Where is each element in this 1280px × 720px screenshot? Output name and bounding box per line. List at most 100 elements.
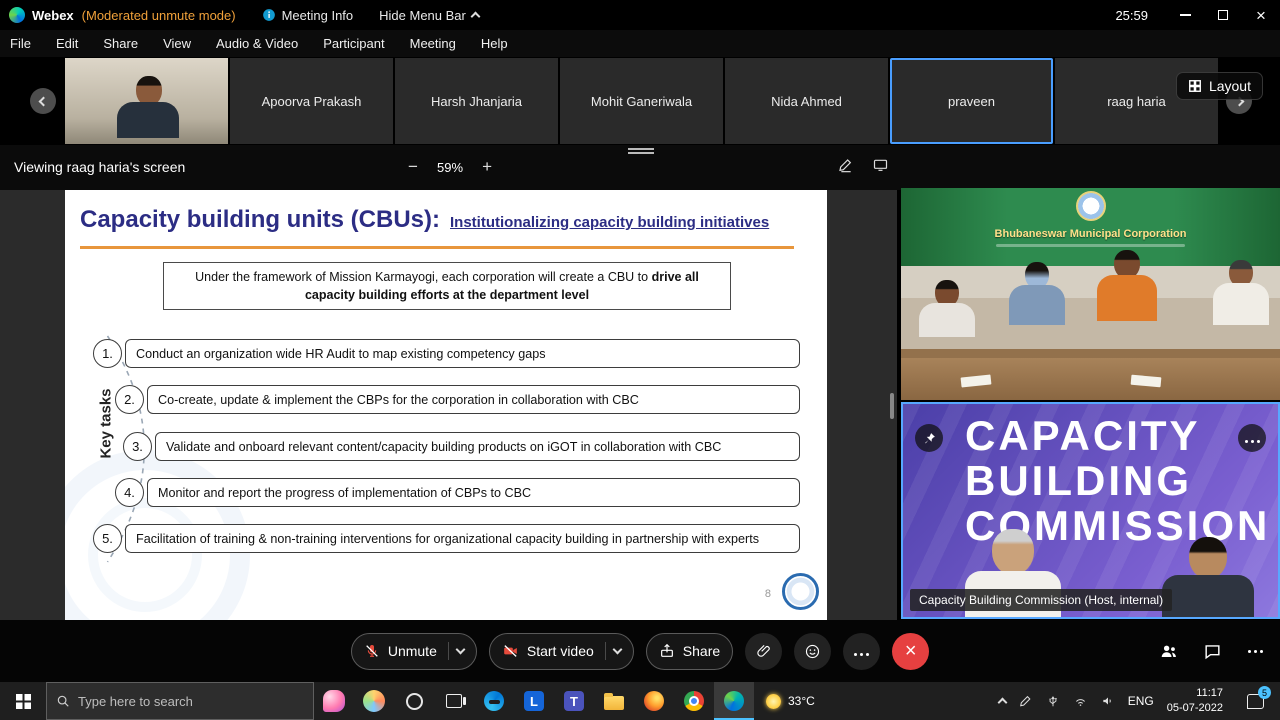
- viewing-screen-label: Viewing raag haria's screen: [14, 159, 185, 175]
- video-more-options-button[interactable]: [1238, 424, 1266, 452]
- chat-panel-button[interactable]: [1203, 642, 1222, 661]
- taskbar-search[interactable]: [46, 682, 314, 720]
- presentation-slide: Capacity building units (CBUs): Institut…: [65, 190, 827, 620]
- participants-panel-button[interactable]: [1159, 642, 1179, 661]
- task-view-icon: [446, 694, 462, 708]
- teams-button[interactable]: [554, 682, 594, 720]
- participant-tile-active-speaker[interactable]: praveen: [890, 58, 1053, 144]
- close-button[interactable]: ×: [1242, 0, 1280, 30]
- task-text-box: Co-create, update & implement the CBPs f…: [147, 385, 800, 414]
- menu-view[interactable]: View: [163, 36, 191, 51]
- chevron-down-icon[interactable]: [455, 645, 465, 655]
- zoom-out-button[interactable]: −: [402, 155, 424, 179]
- participant-tile[interactable]: Nida Ahmed: [725, 58, 888, 144]
- maximize-button[interactable]: [1204, 0, 1242, 30]
- participant-filmstrip: Apoorva Prakash Harsh Jhanjaria Mohit Ga…: [0, 57, 1280, 145]
- webex-taskbar-button[interactable]: [714, 682, 754, 720]
- more-panels-button[interactable]: [1246, 650, 1264, 653]
- taskbar-clock[interactable]: 11:17 05-07-2022: [1167, 686, 1223, 716]
- reactions-button[interactable]: [794, 633, 831, 670]
- usb-tray-icon[interactable]: [1046, 694, 1060, 708]
- cortana-button[interactable]: [394, 682, 434, 720]
- unmute-button[interactable]: Unmute: [351, 633, 477, 670]
- chevron-up-icon: [470, 12, 480, 22]
- button-divider: [448, 642, 449, 660]
- microphone-muted-icon: [364, 643, 380, 659]
- task-number-badge: 5.: [93, 524, 122, 553]
- menu-audio-video[interactable]: Audio & Video: [216, 36, 298, 51]
- clock-date: 05-07-2022: [1167, 701, 1223, 716]
- share-button[interactable]: Share: [646, 633, 733, 670]
- panel-resize-handle[interactable]: [890, 393, 894, 419]
- attachment-button[interactable]: [745, 633, 782, 670]
- hide-menu-bar-button[interactable]: Hide Menu Bar: [379, 8, 479, 23]
- meeting-room-video[interactable]: Bhubaneswar Municipal Corporation: [901, 188, 1280, 400]
- pinned-video-button[interactable]: [915, 424, 943, 452]
- menu-participant[interactable]: Participant: [323, 36, 384, 51]
- firefox-button[interactable]: [634, 682, 674, 720]
- slide-subtitle: Institutionalizing capacity building ini…: [450, 214, 769, 231]
- slide-page-number: 8: [765, 588, 771, 600]
- start-button[interactable]: [0, 682, 46, 720]
- task-text-box: Conduct an organization wide HR Audit to…: [125, 339, 800, 368]
- attendee-silhouette: [1213, 260, 1269, 325]
- volume-tray-icon[interactable]: [1101, 694, 1115, 708]
- sticker-icon: [323, 690, 345, 712]
- slide-title: Capacity building units (CBUs):: [80, 206, 440, 234]
- notification-center-button[interactable]: 5: [1236, 682, 1274, 720]
- system-tray: ENG 11:17 05-07-2022 5: [999, 682, 1280, 720]
- more-options-icon: [1246, 650, 1264, 653]
- search-input[interactable]: [78, 694, 304, 709]
- start-video-button[interactable]: Start video: [489, 633, 634, 670]
- zoom-controls: − 59% +: [402, 155, 498, 179]
- filmstrip-resize-handle[interactable]: [628, 148, 654, 155]
- language-indicator[interactable]: ENG: [1128, 694, 1154, 708]
- menu-help[interactable]: Help: [481, 36, 508, 51]
- annotate-icon[interactable]: [838, 157, 854, 173]
- task-text-box: Facilitation of training & non-training …: [125, 524, 800, 553]
- attendee-silhouette: [1097, 250, 1157, 321]
- attendee-silhouette: [919, 280, 975, 337]
- participant-tile[interactable]: Apoorva Prakash: [230, 58, 393, 144]
- zoom-in-button[interactable]: +: [476, 155, 498, 179]
- tray-expand-button[interactable]: [999, 696, 1006, 706]
- app-l-button[interactable]: [514, 682, 554, 720]
- chevron-down-icon[interactable]: [612, 645, 622, 655]
- participant-tile[interactable]: Harsh Jhanjaria: [395, 58, 558, 144]
- menu-edit[interactable]: Edit: [56, 36, 78, 51]
- minimize-button[interactable]: [1166, 0, 1204, 30]
- screen-share-indicator-icon[interactable]: [872, 157, 889, 173]
- sticker-app-1-icon[interactable]: [314, 682, 354, 720]
- network-tray-icon[interactable]: [1073, 695, 1088, 708]
- task-view-button[interactable]: [434, 682, 474, 720]
- participant-tile[interactable]: Mohit Ganeriwala: [560, 58, 723, 144]
- meeting-info-label: Meeting Info: [282, 8, 354, 23]
- menu-bar: File Edit Share View Audio & Video Parti…: [0, 30, 1280, 57]
- letter-l-app-icon: [524, 691, 544, 711]
- chrome-button[interactable]: [674, 682, 714, 720]
- banner-subtext-decoration: [996, 244, 1186, 247]
- more-controls-button[interactable]: [843, 633, 880, 670]
- leave-meeting-button[interactable]: ×: [892, 633, 929, 670]
- participant-name: Mohit Ganeriwala: [591, 94, 692, 109]
- menu-share[interactable]: Share: [103, 36, 138, 51]
- participant-tile[interactable]: raag haria: [1055, 58, 1218, 144]
- weather-widget[interactable]: 33°C: [754, 682, 827, 720]
- task-number-badge: 4.: [115, 478, 144, 507]
- pen-tray-icon[interactable]: [1019, 694, 1033, 708]
- sticker-app-2-icon[interactable]: [354, 682, 394, 720]
- menu-file[interactable]: File: [10, 36, 31, 51]
- button-divider: [605, 642, 606, 660]
- chevron-left-icon: [38, 96, 48, 106]
- share-label: Share: [683, 643, 720, 659]
- layout-button[interactable]: Layout: [1176, 72, 1263, 100]
- host-video[interactable]: CAPACITY BUILDING COMMISSION Capacity Bu…: [901, 402, 1280, 619]
- participant-video-tile[interactable]: [65, 58, 228, 144]
- filmstrip-prev-button[interactable]: [30, 88, 56, 114]
- backdrop-text: BUILDING: [965, 457, 1192, 505]
- menu-meeting[interactable]: Meeting: [410, 36, 456, 51]
- sun-icon: [766, 694, 781, 709]
- meeting-info-button[interactable]: Meeting Info: [262, 8, 354, 23]
- edge-button[interactable]: [474, 682, 514, 720]
- file-explorer-button[interactable]: [594, 682, 634, 720]
